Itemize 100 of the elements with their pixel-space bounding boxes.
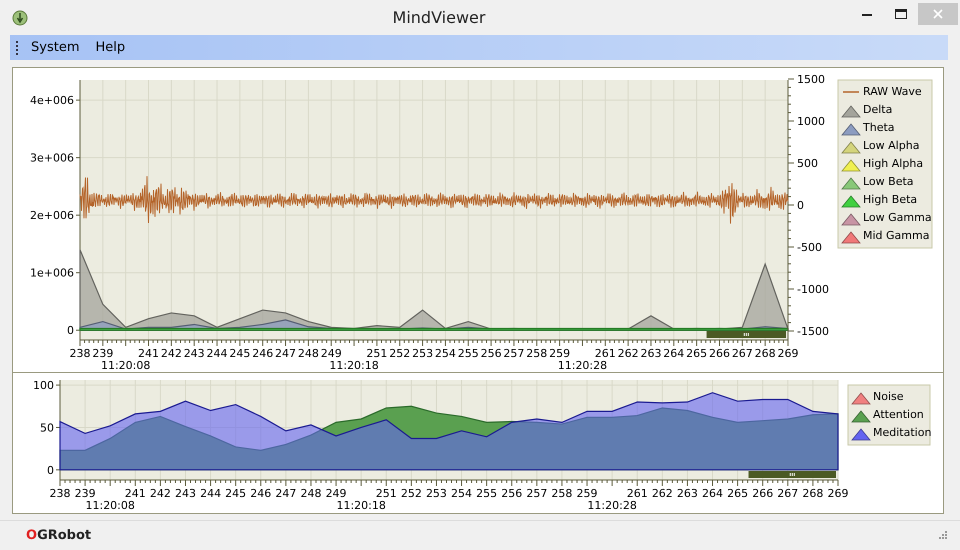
- x-tick-label: 246: [252, 347, 274, 360]
- x-tick-label: 245: [225, 487, 246, 500]
- y-tick-label: 1e+006: [30, 266, 74, 280]
- x-tick-label: 252: [400, 487, 422, 500]
- x-tick-label: 248: [300, 487, 322, 500]
- x-tick-label: 261: [626, 487, 648, 500]
- legend-label: Low Beta: [863, 175, 914, 188]
- x-tick-label: 254: [434, 347, 456, 360]
- app-icon: [12, 10, 28, 26]
- y-tick-label: -1000: [797, 283, 829, 296]
- x-tick-label: 252: [389, 347, 410, 360]
- legend-label: Low Alpha: [863, 139, 920, 152]
- menu-item[interactable]: Help: [87, 35, 134, 60]
- window-title: MindViewer: [392, 8, 486, 27]
- x-tick-label: 261: [594, 347, 616, 360]
- minimize-icon: [862, 12, 872, 16]
- x-tick-label: 11:20:28: [558, 359, 608, 372]
- x-tick-label: 253: [412, 347, 434, 360]
- x-tick-label: 256: [480, 347, 502, 360]
- x-tick-label: 248: [298, 347, 319, 360]
- x-tick-label: 11:20:18: [336, 499, 386, 512]
- x-tick-label: 241: [138, 347, 160, 360]
- x-tick-label: 251: [376, 487, 397, 500]
- y-tick-label: 0: [67, 324, 74, 338]
- x-tick-label: 247: [275, 347, 296, 360]
- x-tick-label: 267: [732, 347, 753, 360]
- legend-label: High Alpha: [863, 157, 924, 170]
- close-icon: [933, 9, 943, 19]
- y-tick-label: -500: [797, 241, 822, 254]
- x-tick-label: 238: [70, 347, 90, 360]
- y-tick-label: 50: [40, 421, 54, 434]
- x-tick-label: 246: [250, 487, 272, 500]
- x-tick-label: 11:20:08: [86, 499, 135, 512]
- x-tick-label: 258: [526, 347, 548, 360]
- x-tick-label: 263: [676, 487, 698, 500]
- x-tick-label: 11:20:08: [100, 359, 150, 372]
- legend-label: Attention: [873, 408, 924, 421]
- x-tick-label: 269: [778, 347, 798, 360]
- x-tick-label: 245: [229, 347, 250, 360]
- x-tick-label: 11:20:28: [587, 499, 637, 512]
- x-tick-label: 249: [320, 347, 342, 360]
- x-tick-label: 264: [702, 487, 724, 500]
- y-tick-label: 4e+006: [30, 94, 74, 108]
- y-tick-label: 100: [33, 379, 54, 392]
- y-tick-label: 500: [797, 157, 818, 170]
- x-tick-label: 238: [50, 487, 70, 500]
- y-tick-label: 1500: [797, 73, 825, 86]
- x-tick-label: 253: [426, 487, 447, 500]
- y-tick-label: 0: [47, 464, 54, 477]
- scrollbar-thumb[interactable]: [748, 471, 836, 478]
- menu-item[interactable]: System: [23, 35, 88, 60]
- x-tick-label: 247: [275, 487, 296, 500]
- x-tick-label: 269: [828, 487, 848, 500]
- legend-label: Delta: [863, 103, 892, 116]
- x-tick-label: 267: [777, 487, 798, 500]
- x-tick-label: 268: [754, 347, 776, 360]
- x-tick-label: 239: [92, 347, 114, 360]
- x-tick-label: 263: [640, 347, 662, 360]
- x-tick-label: 242: [160, 347, 182, 360]
- legend-label: Meditation: [873, 426, 932, 439]
- x-tick-label: 255: [476, 487, 498, 500]
- x-tick-label: 265: [727, 487, 748, 500]
- legend-label: Theta: [863, 121, 895, 134]
- x-tick-label: 11:20:18: [329, 359, 379, 372]
- x-tick-label: 242: [150, 487, 171, 500]
- x-tick-label: 256: [501, 487, 522, 500]
- x-tick-label: 268: [802, 487, 824, 500]
- x-tick-label: 243: [184, 347, 205, 360]
- x-tick-label: 241: [124, 487, 146, 500]
- y-tick-label: 0: [797, 199, 804, 212]
- x-tick-label: 262: [652, 487, 673, 500]
- y-tick-label: 2e+006: [30, 209, 74, 222]
- x-tick-label: 264: [663, 347, 684, 360]
- x-tick-label: 258: [551, 487, 572, 500]
- legend-label: RAW Wave: [863, 85, 922, 98]
- maximize-icon: [895, 9, 907, 19]
- y-tick-label: 1000: [797, 115, 825, 128]
- x-tick-label: 266: [752, 487, 774, 500]
- y-tick-label: 3e+006: [30, 152, 74, 165]
- x-tick-label: 239: [74, 487, 96, 500]
- x-tick-label: 244: [200, 487, 222, 500]
- x-tick-label: 255: [458, 347, 479, 360]
- brand-logo: OGRobot: [26, 526, 92, 545]
- x-tick-label: 243: [174, 487, 196, 500]
- grip-icon: [16, 40, 19, 56]
- resize-grip-icon: [939, 531, 948, 540]
- x-tick-label: 249: [326, 487, 347, 500]
- x-tick-label: 266: [708, 347, 730, 360]
- legend-label: High Beta: [863, 193, 918, 206]
- y-tick-label: -1500: [797, 325, 829, 338]
- x-tick-label: 244: [206, 347, 228, 360]
- legend-label: Noise: [873, 390, 904, 403]
- scrollbar-thumb[interactable]: [706, 331, 786, 338]
- x-tick-label: 259: [549, 347, 570, 360]
- x-tick-label: 251: [366, 347, 388, 360]
- x-tick-label: 257: [526, 487, 548, 500]
- x-tick-label: 257: [503, 347, 524, 360]
- x-tick-label: 262: [618, 347, 639, 360]
- x-tick-label: 254: [451, 487, 472, 500]
- x-tick-label: 259: [576, 487, 598, 500]
